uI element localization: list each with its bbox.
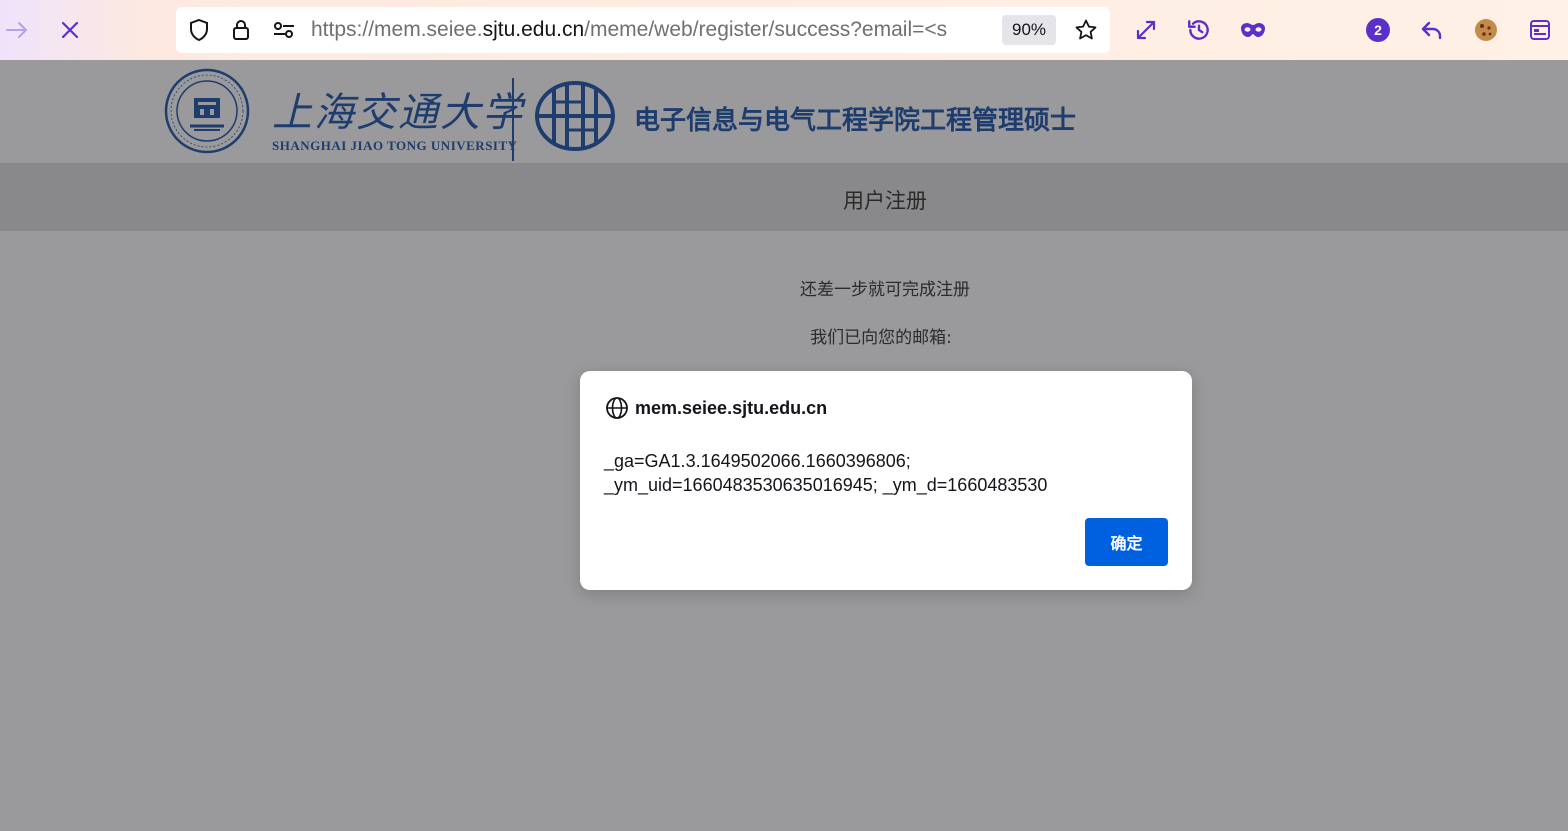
site-header: 上海交通大学 SHANGHAI JIAO TONG UNIVERSITY 电子信… <box>0 60 1568 163</box>
url-prefix: https://mem.seiee. <box>311 18 483 41</box>
url-bar[interactable]: https://mem.seiee.sjtu.edu.cn/meme/web/r… <box>176 7 1110 53</box>
bookmark-star-icon[interactable] <box>1074 18 1098 42</box>
private-mask-icon[interactable] <box>1238 15 1268 45</box>
dialog-message: _ga=GA1.3.1649502066.1660396806; _ym_uid… <box>604 449 1164 497</box>
status-message: 还差一步就可完成注册 <box>800 280 970 300</box>
school-title: 电子信息与电气工程学院工程管理硕士 <box>634 106 1077 136</box>
forward-arrow-icon[interactable] <box>2 15 32 45</box>
url-text[interactable]: https://mem.seiee.sjtu.edu.cn/meme/web/r… <box>311 17 999 43</box>
header-divider <box>512 78 514 161</box>
history-icon[interactable] <box>1184 15 1214 45</box>
lock-icon[interactable] <box>229 18 253 42</box>
globe-icon <box>606 397 628 419</box>
cookie-icon[interactable] <box>1471 15 1501 45</box>
zoom-level-button[interactable]: 90% <box>1002 15 1056 45</box>
seiee-logo-icon <box>535 81 615 151</box>
ok-button[interactable]: 确定 <box>1085 518 1168 566</box>
page-title: 用户注册 <box>843 189 927 213</box>
url-host: sjtu.edu.cn <box>482 18 585 41</box>
badge-count: 2 <box>1366 18 1390 42</box>
url-path: /meme/web/register/success?email=<s <box>584 18 948 41</box>
dialog-header: mem.seiee.sjtu.edu.cn <box>605 396 827 420</box>
stop-loading-icon[interactable] <box>55 15 85 45</box>
tracking-shield-icon[interactable] <box>187 18 211 42</box>
dialog-host: mem.seiee.sjtu.edu.cn <box>635 397 828 418</box>
page-title-bar: 用户注册 <box>0 163 1568 231</box>
reply-arrow-icon[interactable] <box>1417 15 1447 45</box>
site-permissions-icon[interactable] <box>272 18 296 42</box>
sidebar-panel-icon[interactable] <box>1525 15 1555 45</box>
sjtu-seal-icon <box>164 68 250 154</box>
browser-toolbar: https://mem.seiee.sjtu.edu.cn/meme/web/r… <box>0 0 1568 60</box>
extension-badge[interactable]: 2 <box>1363 15 1393 45</box>
sjtu-name-cn: 上海交通大学 <box>272 90 524 136</box>
alert-dialog: mem.seiee.sjtu.edu.cn _ga=GA1.3.16495020… <box>580 371 1192 590</box>
url-fade <box>961 15 1001 45</box>
email-sent-message: 我们已向您的邮箱: <box>810 328 952 348</box>
sjtu-name-en: SHANGHAI JIAO TONG UNIVERSITY <box>272 138 518 153</box>
dialog-message-line: _ym_uid=1660483530635016945; _ym_d=16604… <box>604 475 1048 495</box>
expand-diagonal-icon[interactable] <box>1131 15 1161 45</box>
dialog-message-line: _ga=GA1.3.1649502066.1660396806; <box>604 451 911 471</box>
